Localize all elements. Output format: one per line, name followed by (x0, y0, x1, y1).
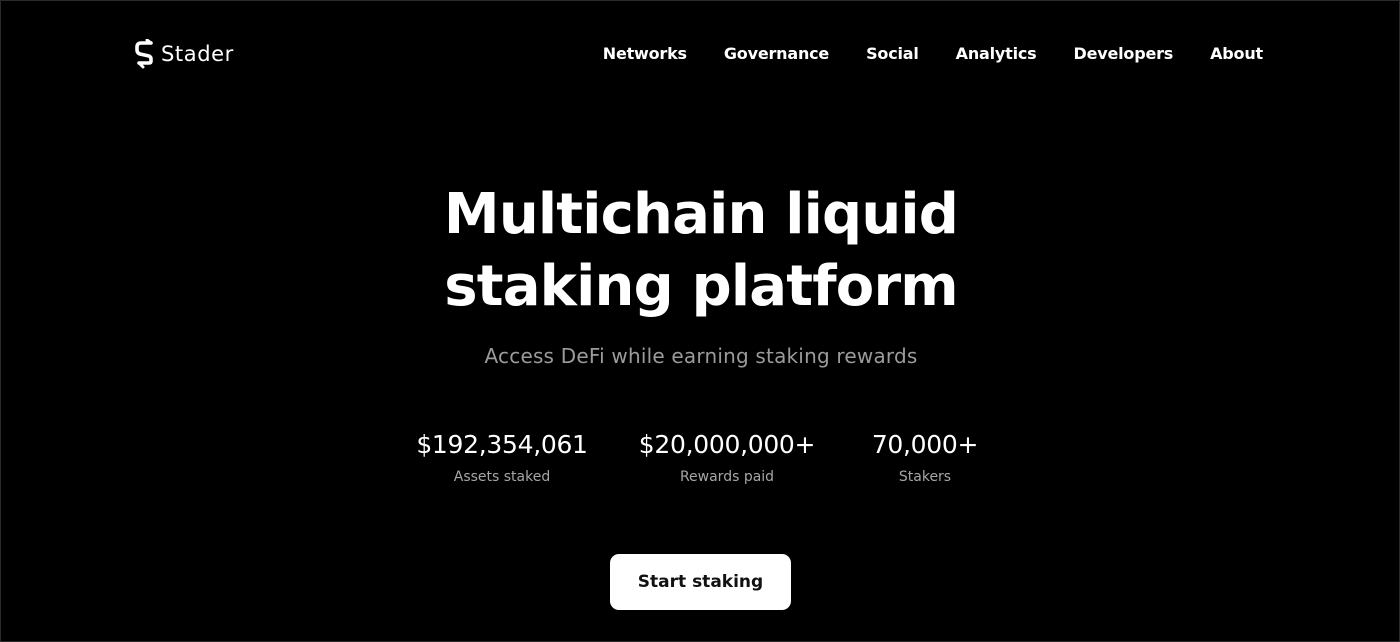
stat-label: Stakers (898, 469, 952, 485)
page: Stader Networks Governance Social Analyt… (0, 0, 1400, 642)
stat-value: $192,354,061 (416, 430, 588, 459)
stat-assets-staked: $192,354,061 Assets staked (405, 429, 599, 485)
logo-link[interactable]: Stader (135, 39, 234, 69)
nav-item-analytics[interactable]: Analytics (956, 44, 1037, 63)
stader-s-logo-icon (135, 39, 153, 69)
stat-stakers: 70,000+ Stakers (853, 429, 997, 485)
hero-subtitle: Access DeFi while earning staking reward… (484, 344, 918, 368)
logo-text: Stader (161, 42, 234, 66)
start-staking-button[interactable]: Start staking (610, 554, 791, 610)
nav-item-networks[interactable]: Networks (603, 44, 687, 63)
nav-item-social[interactable]: Social (866, 44, 919, 63)
hero-headline-line-2: staking platform (444, 254, 958, 319)
stat-value: 70,000+ (871, 430, 979, 459)
stat-value: $20,000,000+ (638, 430, 816, 459)
stat-label: Assets staked (453, 469, 551, 485)
main-nav: Networks Governance Social Analytics Dev… (603, 44, 1263, 63)
stat-rewards-paid: $20,000,000+ Rewards paid (625, 429, 829, 485)
nav-item-developers[interactable]: Developers (1074, 44, 1174, 63)
nav-item-governance[interactable]: Governance (724, 44, 829, 63)
hero-headline-line-1: Multichain liquid (443, 182, 959, 247)
hero-headline: Multichain liquid staking platform (1, 179, 1400, 323)
nav-item-about[interactable]: About (1210, 44, 1263, 63)
stat-label: Rewards paid (679, 469, 775, 485)
